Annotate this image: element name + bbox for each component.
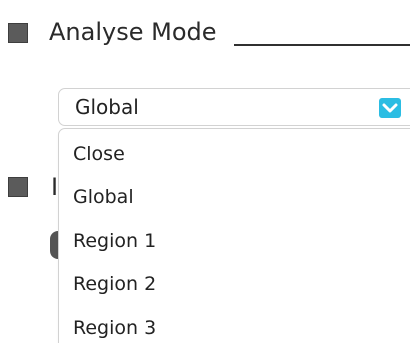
- dropdown-toggle-button[interactable]: [379, 98, 401, 118]
- section-marker-square: [8, 23, 28, 43]
- mode-options-dropdown: Close Global Region 1 Region 2 Region 3: [58, 128, 410, 343]
- analyse-mode-select[interactable]: Global: [58, 88, 410, 126]
- title-underline: [234, 44, 410, 46]
- option-global[interactable]: Global: [73, 181, 134, 213]
- analyse-mode-panel: Analyse Mode Global I Close Global Regio…: [0, 0, 410, 343]
- background-section-marker: [8, 177, 28, 197]
- section-title: Analyse Mode: [49, 18, 217, 46]
- analyse-mode-header: Analyse Mode: [8, 16, 410, 48]
- option-close[interactable]: Close: [73, 138, 125, 170]
- selected-mode-value: Global: [75, 95, 139, 119]
- option-region-3[interactable]: Region 3: [73, 312, 156, 343]
- option-region-1[interactable]: Region 1: [73, 225, 156, 257]
- option-region-2[interactable]: Region 2: [73, 268, 156, 300]
- chevron-down-icon: [382, 103, 398, 113]
